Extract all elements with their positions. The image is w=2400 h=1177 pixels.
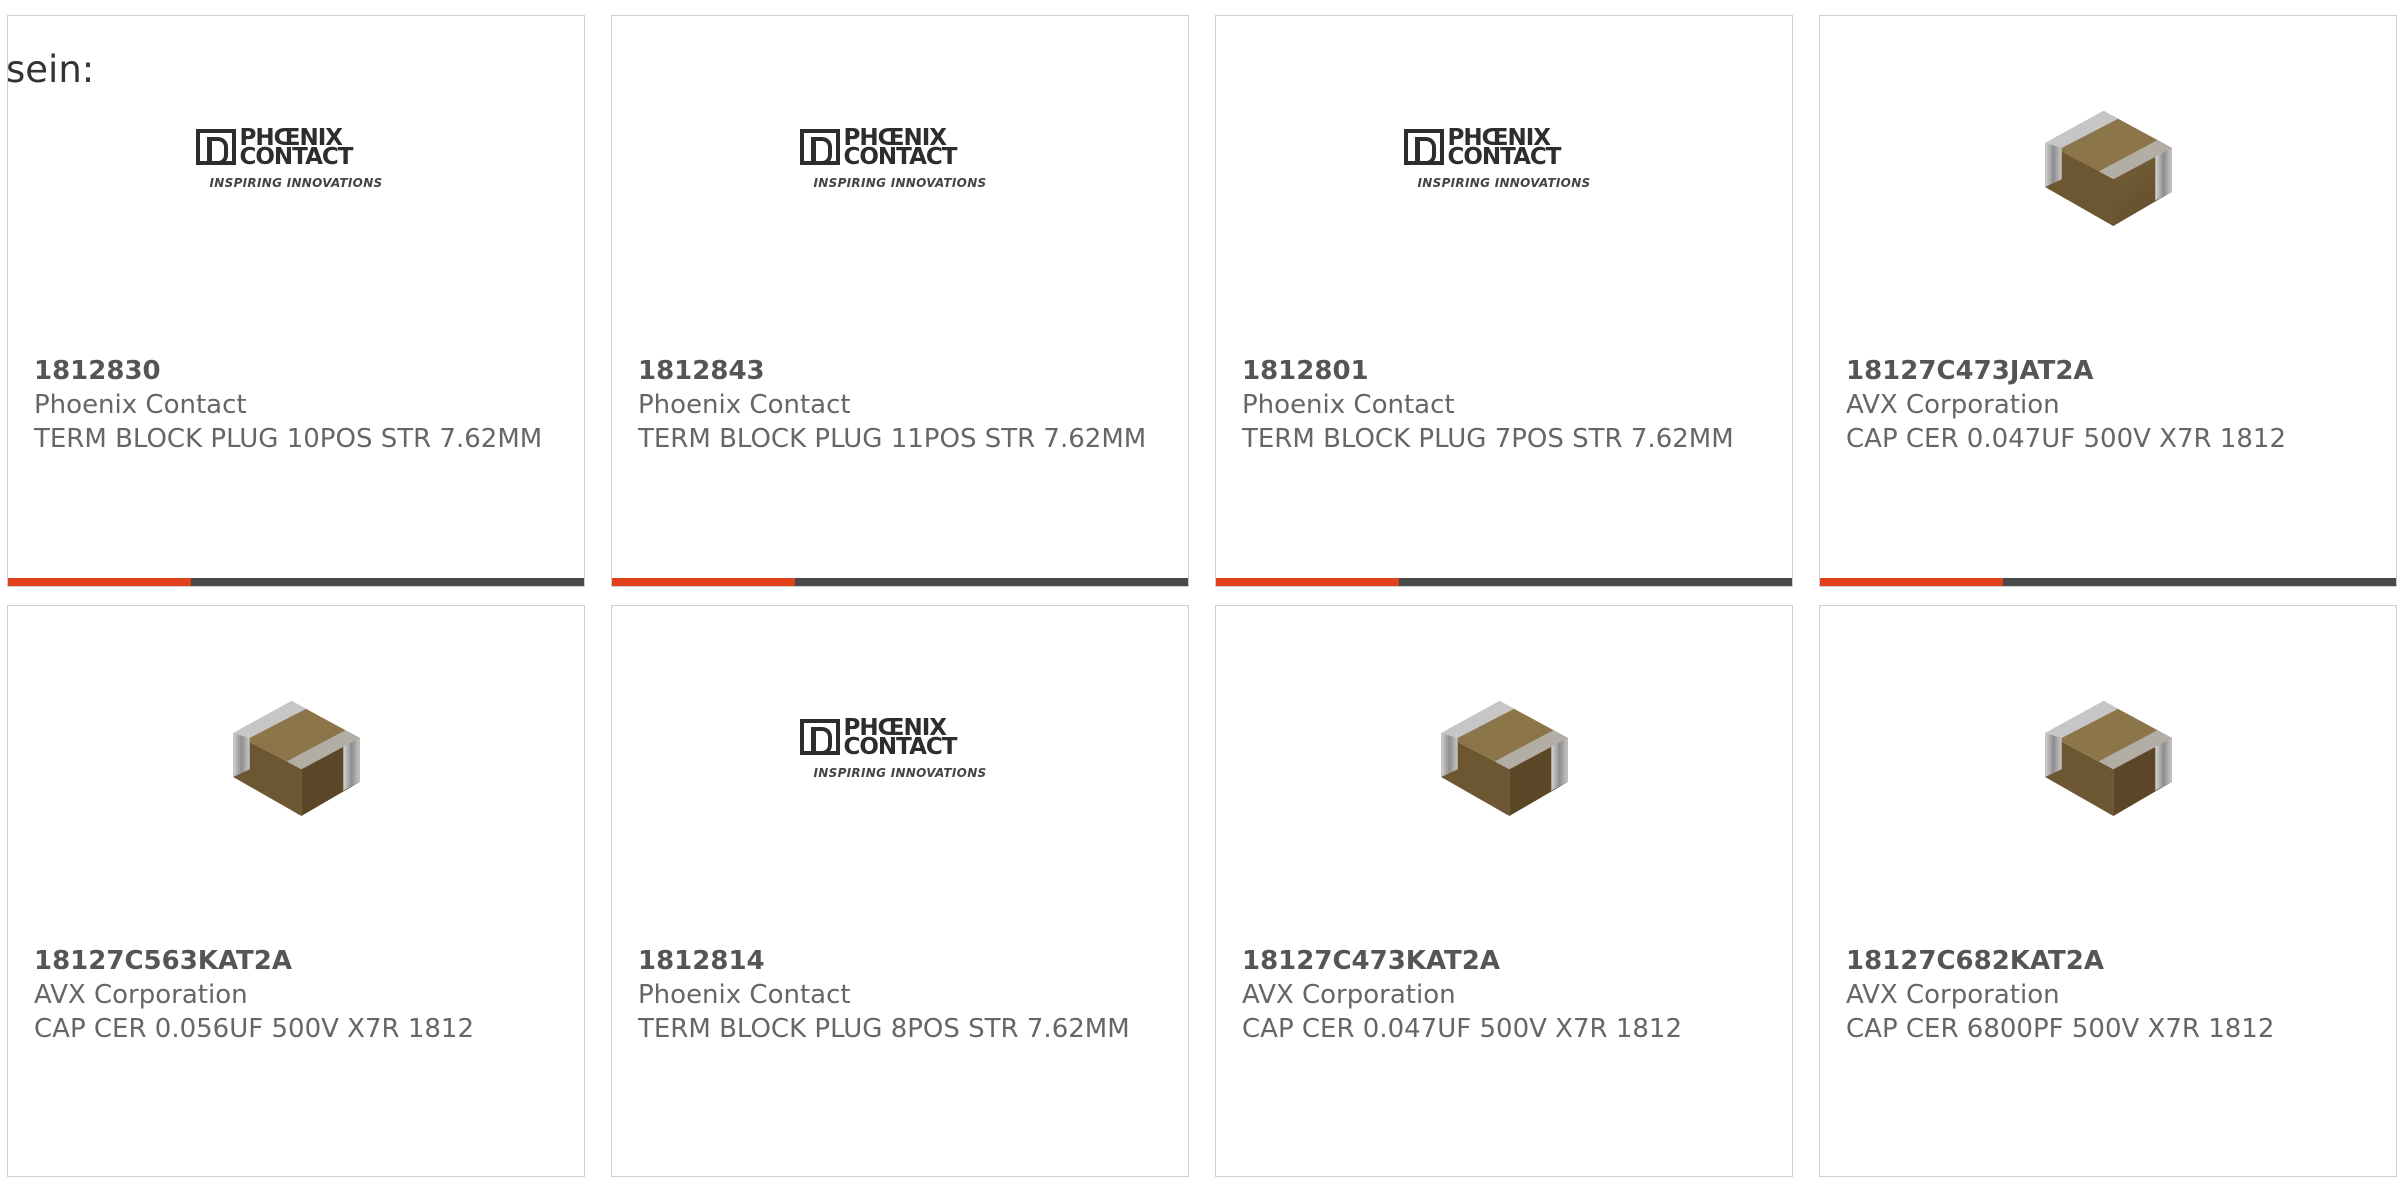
description: TERM BLOCK PLUG 10POS STR 7.62MM — [34, 424, 543, 454]
part-number[interactable]: 18127C563KAT2A — [34, 944, 564, 978]
logo-word-contact: CONTACT — [1447, 144, 1562, 170]
description: TERM BLOCK PLUG 7POS STR 7.62MM — [1242, 424, 1734, 454]
product-image[interactable]: PHŒNIX CONTACT INSPIRING INNOVATIONS — [612, 52, 1188, 282]
product-card[interactable]: PHŒNIX CONTACT INSPIRING INNOVATIONS 181… — [611, 15, 1189, 587]
manufacturer: Phoenix Contact — [34, 390, 247, 420]
phoenix-contact-logo: PHŒNIX CONTACT INSPIRING INNOVATIONS — [798, 125, 1003, 195]
phoenix-contact-logo: PHŒNIX CONTACT INSPIRING INNOVATIONS — [194, 125, 399, 195]
part-number[interactable]: 18127C682KAT2A — [1846, 944, 2376, 978]
phoenix-logo-mark-icon — [1403, 129, 1444, 165]
phoenix-logo-mark-icon — [799, 719, 840, 755]
card-bottom-bar — [612, 578, 1188, 586]
logo-tagline: INSPIRING INNOVATIONS — [813, 176, 987, 190]
product-image[interactable] — [1820, 52, 2396, 282]
part-number[interactable]: 1812801 — [1242, 354, 1772, 388]
product-card[interactable]: 18127C682KAT2A AVX Corporation CAP CER 6… — [1819, 605, 2397, 1177]
product-card[interactable]: 18127C563KAT2A AVX Corporation CAP CER 0… — [7, 605, 585, 1177]
manufacturer: AVX Corporation — [1242, 980, 1456, 1010]
logo-tagline: INSPIRING INNOVATIONS — [209, 176, 383, 190]
logo-word-contact: CONTACT — [843, 734, 958, 760]
product-image[interactable] — [1820, 642, 2396, 872]
product-card[interactable]: PHŒNIX CONTACT INSPIRING INNOVATIONS 181… — [611, 605, 1189, 1177]
manufacturer: Phoenix Contact — [638, 980, 851, 1010]
phoenix-logo-mark-icon — [195, 129, 236, 165]
product-card[interactable]: PHŒNIX CONTACT INSPIRING INNOVATIONS 181… — [1215, 15, 1793, 587]
manufacturer: AVX Corporation — [34, 980, 248, 1010]
description: TERM BLOCK PLUG 8POS STR 7.62MM — [638, 1014, 1130, 1044]
ceramic-capacitor-chip-icon — [198, 659, 394, 855]
part-number[interactable]: 1812814 — [638, 944, 1168, 978]
product-image[interactable] — [1216, 642, 1792, 872]
description: TERM BLOCK PLUG 11POS STR 7.62MM — [638, 424, 1147, 454]
ceramic-capacitor-chip-icon — [2010, 659, 2206, 855]
phoenix-contact-logo: PHŒNIX CONTACT INSPIRING INNOVATIONS — [1402, 125, 1607, 195]
card-accent-bar — [8, 578, 191, 586]
card-accent-bar — [1820, 578, 2003, 586]
description: CAP CER 0.047UF 500V X7R 1812 — [1242, 1014, 1683, 1044]
product-image[interactable]: PHŒNIX CONTACT INSPIRING INNOVATIONS — [1216, 52, 1792, 282]
logo-word-contact: CONTACT — [239, 144, 354, 170]
product-image[interactable]: PHŒNIX CONTACT INSPIRING INNOVATIONS — [612, 642, 1188, 872]
manufacturer: Phoenix Contact — [638, 390, 851, 420]
part-number[interactable]: 1812843 — [638, 354, 1168, 388]
description: CAP CER 0.056UF 500V X7R 1812 — [34, 1014, 475, 1044]
logo-word-contact: CONTACT — [843, 144, 958, 170]
phoenix-contact-logo: PHŒNIX CONTACT INSPIRING INNOVATIONS — [798, 715, 1003, 785]
part-number[interactable]: 18127C473JAT2A — [1846, 354, 2376, 388]
manufacturer: AVX Corporation — [1846, 980, 2060, 1010]
part-number[interactable]: 1812830 — [34, 354, 564, 388]
description: CAP CER 0.047UF 500V X7R 1812 — [1846, 424, 2287, 454]
product-image[interactable] — [8, 642, 584, 872]
product-card[interactable]: PHŒNIX CONTACT INSPIRING INNOVATIONS 181… — [7, 15, 585, 587]
product-card[interactable]: 18127C473JAT2A AVX Corporation CAP CER 0… — [1819, 15, 2397, 587]
intro-text: sein: — [6, 48, 95, 91]
manufacturer: Phoenix Contact — [1242, 390, 1455, 420]
ceramic-capacitor-chip-icon — [1406, 659, 1602, 855]
card-accent-bar — [612, 578, 795, 586]
logo-tagline: INSPIRING INNOVATIONS — [1417, 176, 1591, 190]
phoenix-logo-mark-icon — [799, 129, 840, 165]
part-number[interactable]: 18127C473KAT2A — [1242, 944, 1772, 978]
card-bottom-bar — [1216, 578, 1792, 586]
card-bottom-bar — [8, 578, 584, 586]
card-accent-bar — [1216, 578, 1399, 586]
product-card[interactable]: 18127C473KAT2A AVX Corporation CAP CER 0… — [1215, 605, 1793, 1177]
product-image[interactable]: PHŒNIX CONTACT INSPIRING INNOVATIONS — [8, 52, 584, 282]
manufacturer: AVX Corporation — [1846, 390, 2060, 420]
description: CAP CER 6800PF 500V X7R 1812 — [1846, 1014, 2275, 1044]
ceramic-capacitor-chip-icon — [2010, 69, 2206, 265]
card-bottom-bar — [1820, 578, 2396, 586]
logo-tagline: INSPIRING INNOVATIONS — [813, 766, 987, 780]
